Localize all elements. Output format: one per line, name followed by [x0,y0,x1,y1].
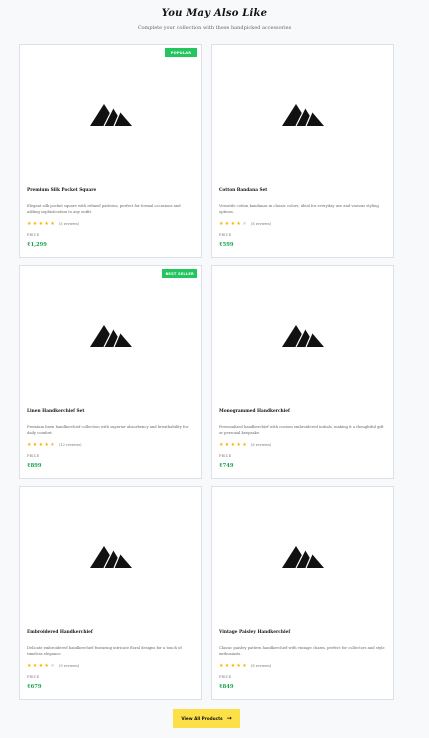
product-description: Personalized handkerchief with custom em… [219,425,384,435]
price-label: PRICE [219,233,232,237]
product-grid: POPULAR Premium Silk Pocket Square Elega… [19,44,394,700]
product-badge: BEST SELLER [162,269,197,278]
review-count: (5 reviews) [58,222,80,226]
product-name[interactable]: Premium Silk Pocket Square [27,188,96,193]
mountain-placeholder-icon [281,544,324,568]
product-card[interactable]: POPULAR Premium Silk Pocket Square Elega… [19,44,202,258]
section-title: You May Also Like [161,8,268,19]
product-price: ₹679 [27,684,42,690]
review-count: (9 reviews) [58,664,80,668]
product-name[interactable]: Monogrammed Handkerchief [219,409,290,414]
product-description: Classic paisley pattern handkerchief wit… [219,646,385,656]
section-subtitle: Complete your collection with these hand… [137,25,292,31]
star-icon: ★ [242,221,247,227]
product-image[interactable] [20,45,201,183]
product-name[interactable]: Cotton Bandana Set [219,188,267,193]
mountain-placeholder-icon [281,323,324,347]
mountain-placeholder-icon [89,102,132,126]
star-rating: ★ ★ ★ ★ ★ [219,221,248,227]
star-rating: ★ ★ ★ ★ ★ [219,663,248,669]
arrow-right-icon: → [226,714,232,722]
product-description: Versatile cotton bandanas in classic col… [219,204,379,214]
product-image[interactable] [212,487,393,625]
review-count: (6 reviews) [250,443,272,447]
product-card[interactable]: Monogrammed Handkerchief Personalized ha… [211,265,394,479]
price-label: PRICE [219,675,232,679]
product-description: Premium linen handkerchief collection wi… [27,425,189,435]
product-name[interactable]: Embroidered Handkerchief [27,630,93,635]
star-icon: ★ [50,442,55,448]
product-card[interactable]: Cotton Bandana Set Versatile cotton band… [211,44,394,258]
review-count: (8 reviews) [250,222,272,226]
price-label: PRICE [27,675,40,679]
star-icon: ★ [50,221,55,227]
product-name[interactable]: Vintage Paisley Handkerchief [219,630,290,635]
product-rating: ★ ★ ★ ★ ★ (5 reviews) [27,221,79,227]
star-rating: ★ ★ ★ ★ ★ [219,442,248,448]
star-rating: ★ ★ ★ ★ ★ [27,663,56,669]
review-count: (12 reviews) [58,443,82,447]
product-card[interactable]: Vintage Paisley Handkerchief Classic pai… [211,486,394,700]
star-rating: ★ ★ ★ ★ ★ [27,221,56,227]
product-card[interactable]: BEST SELLER Linen Handkerchief Set Premi… [19,265,202,479]
mountain-placeholder-icon [89,323,132,347]
product-rating: ★ ★ ★ ★ ★ (12 reviews) [27,442,82,448]
section-header: You May Also Like Complete your collecti… [0,0,429,31]
price-label: PRICE [27,454,40,458]
price-label: PRICE [27,233,40,237]
mountain-placeholder-icon [89,544,132,568]
product-rating: ★ ★ ★ ★ ★ (8 reviews) [219,221,271,227]
product-image[interactable] [20,266,201,404]
product-name[interactable]: Linen Handkerchief Set [27,409,84,414]
mountain-placeholder-icon [281,102,324,126]
product-image[interactable] [212,45,393,183]
star-rating: ★ ★ ★ ★ ★ [27,442,56,448]
star-icon: ★ [242,442,247,448]
product-price: ₹849 [219,684,234,690]
product-price: ₹599 [219,242,234,248]
product-image[interactable] [20,487,201,625]
review-count: (8 reviews) [250,664,272,668]
product-card[interactable]: Embroidered Handkerchief Delicate embroi… [19,486,202,700]
product-rating: ★ ★ ★ ★ ★ (8 reviews) [219,663,271,669]
product-price: ₹1,299 [27,242,47,248]
price-label: PRICE [219,454,232,458]
view-all-label: View All Products [181,716,223,721]
product-price: ₹899 [27,463,42,469]
product-rating: ★ ★ ★ ★ ★ (9 reviews) [27,663,79,669]
product-image[interactable] [212,266,393,404]
star-icon: ★ [50,663,55,669]
star-icon: ★ [242,663,247,669]
product-description: Delicate embroidered handkerchief featur… [27,646,182,656]
product-description: Elegant silk pocket square with refined … [27,204,181,214]
product-price: ₹749 [219,463,234,469]
product-badge: POPULAR [165,48,197,57]
product-rating: ★ ★ ★ ★ ★ (6 reviews) [219,442,271,448]
view-all-products-button[interactable]: View All Products → [173,709,240,728]
